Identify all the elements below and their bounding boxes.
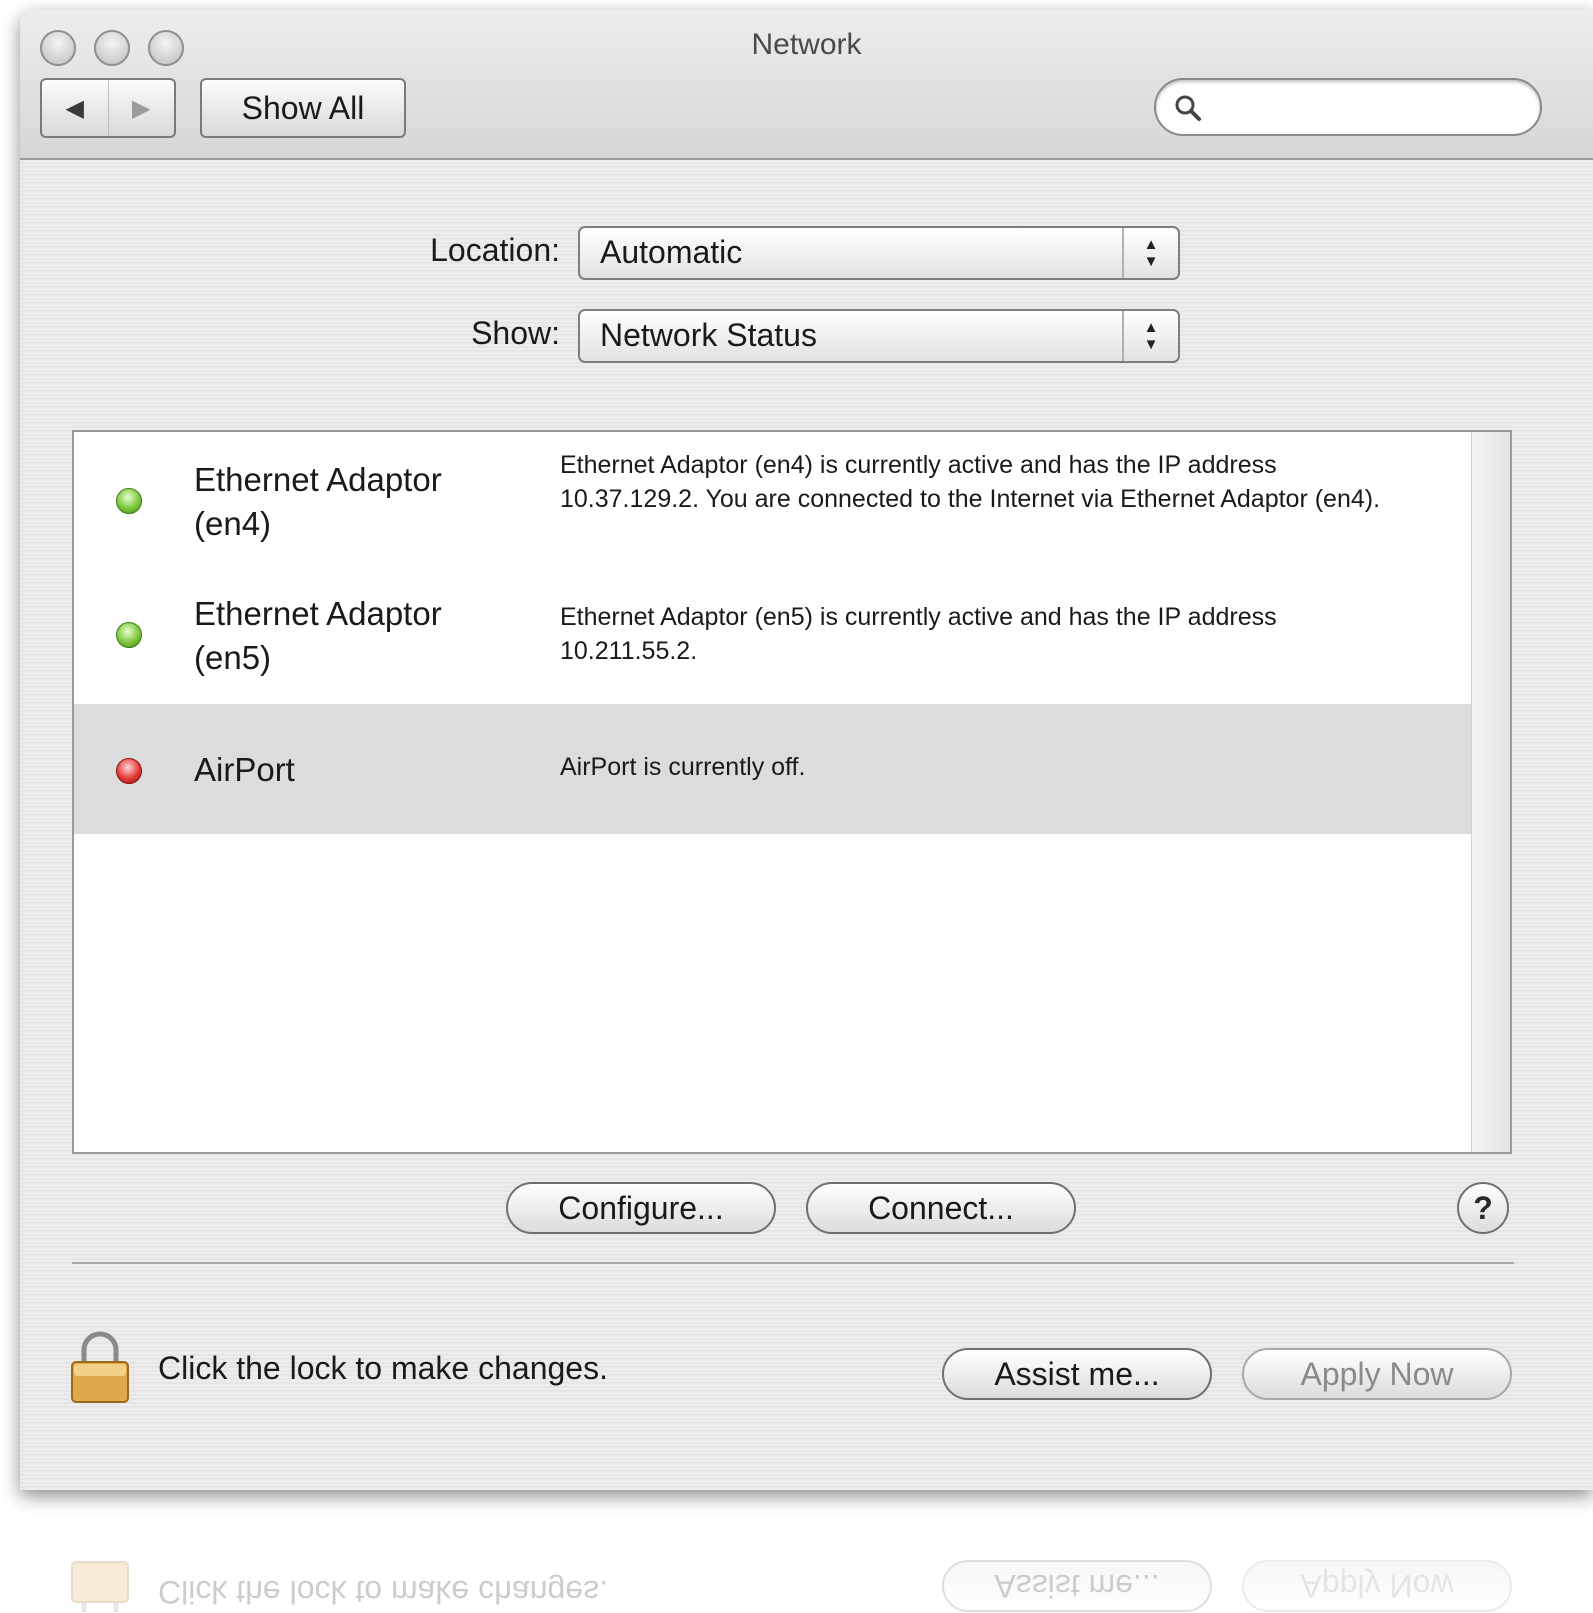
forward-arrow-icon: ▶ — [132, 94, 151, 122]
location-popup[interactable]: Automatic ▲ ▼ — [578, 226, 1180, 280]
lock-message-reflection: Click the lock to make changes. — [158, 1574, 608, 1610]
window-reflection: Click the lock to make changes. Assist m… — [20, 1492, 1593, 1612]
popup-arrows-icon: ▲ ▼ — [1122, 228, 1178, 278]
lock-message: Click the lock to make changes. — [158, 1350, 608, 1386]
service-description: Ethernet Adaptor (en4) is currently acti… — [560, 451, 1381, 513]
service-name: Ethernet Adaptor (en4) — [194, 461, 442, 542]
show-label: Show: — [471, 315, 560, 351]
search-icon — [1175, 95, 1201, 121]
help-icon: ? — [1473, 1189, 1493, 1226]
divider — [72, 1262, 1514, 1264]
service-row-en5[interactable]: Ethernet Adaptor (en5) Ethernet Adaptor … — [74, 572, 1472, 704]
apply-now-button[interactable]: Apply Now — [1242, 1348, 1512, 1400]
service-row-en4[interactable]: Ethernet Adaptor (en4) Ethernet Adaptor … — [74, 432, 1472, 572]
connect-button[interactable]: Connect... — [806, 1182, 1076, 1234]
lock-icon[interactable] — [70, 1330, 130, 1404]
search-field[interactable] — [1154, 78, 1542, 136]
location-value: Automatic — [600, 234, 743, 270]
location-label: Location: — [430, 232, 560, 268]
window-title: Network — [751, 28, 862, 61]
apply-now-reflection: Apply Now — [1242, 1560, 1512, 1612]
show-value: Network Status — [600, 317, 817, 353]
status-green-icon — [116, 622, 142, 648]
service-row-airport[interactable]: AirPort AirPort is currently off. — [74, 704, 1472, 834]
scrollbar[interactable] — [1471, 432, 1510, 1152]
service-name: Ethernet Adaptor (en5) — [194, 595, 442, 676]
forward-button[interactable]: ▶ — [107, 80, 175, 136]
assist-me-reflection: Assist me... — [942, 1560, 1212, 1612]
assist-me-button[interactable]: Assist me... — [942, 1348, 1212, 1400]
show-all-button[interactable]: Show All — [200, 78, 406, 138]
status-red-icon — [116, 758, 142, 784]
popup-arrows-icon: ▲ ▼ — [1122, 311, 1178, 361]
back-button[interactable]: ◀ — [42, 80, 108, 136]
title-bar: Network ◀ ▶ Show All — [20, 10, 1593, 160]
service-description: AirPort is currently off. — [560, 753, 806, 781]
show-popup[interactable]: Network Status ▲ ▼ — [578, 309, 1180, 363]
back-forward-control: ◀ ▶ — [40, 78, 176, 138]
back-arrow-icon: ◀ — [65, 94, 84, 122]
network-services-list[interactable]: Ethernet Adaptor (en4) Ethernet Adaptor … — [72, 430, 1512, 1154]
status-green-icon — [116, 488, 142, 514]
service-name: AirPort — [194, 751, 295, 788]
lock-icon — [71, 1561, 129, 1612]
configure-button[interactable]: Configure... — [506, 1182, 776, 1234]
search-input[interactable] — [1214, 88, 1518, 128]
help-button[interactable]: ? — [1457, 1182, 1509, 1234]
service-description: Ethernet Adaptor (en5) is currently acti… — [560, 603, 1277, 665]
network-preferences-window: Network ◀ ▶ Show All Location: Automatic… — [20, 10, 1593, 1490]
